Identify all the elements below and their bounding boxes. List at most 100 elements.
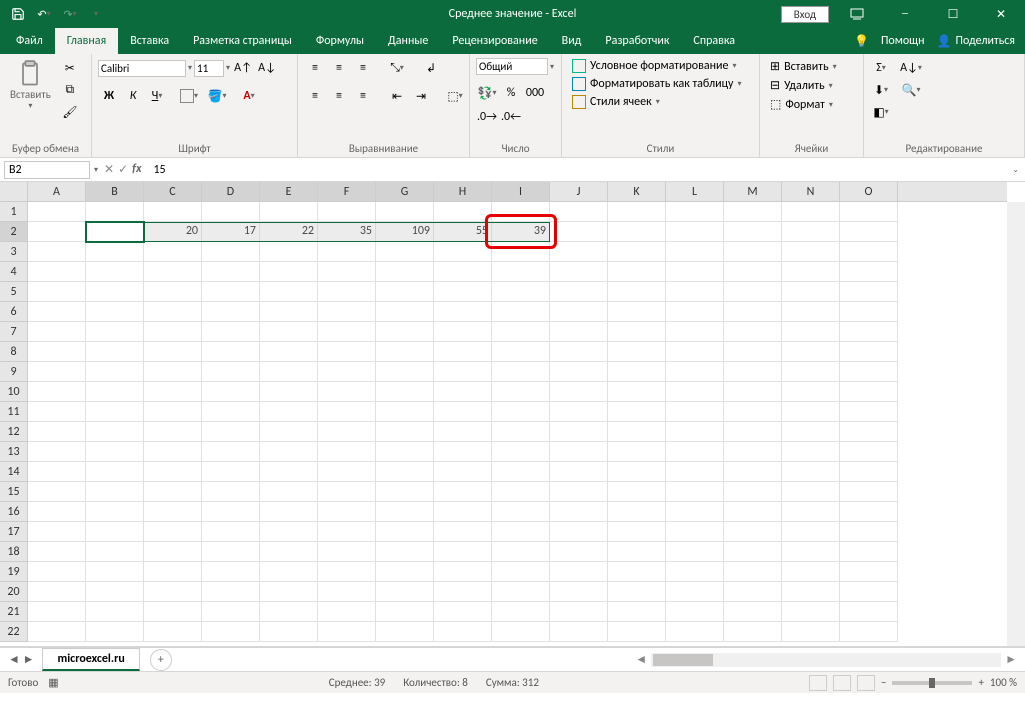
cell[interactable] xyxy=(376,442,434,462)
cell[interactable] xyxy=(318,522,376,542)
undo-icon[interactable]: ↶▾ xyxy=(32,3,56,25)
cell[interactable] xyxy=(202,462,260,482)
cell[interactable] xyxy=(666,202,724,222)
cell[interactable] xyxy=(86,622,144,642)
cell[interactable]: 17 xyxy=(202,222,260,242)
cell[interactable]: 109 xyxy=(376,222,434,242)
cell[interactable] xyxy=(86,442,144,462)
cell[interactable] xyxy=(608,402,666,422)
row-header[interactable]: 7 xyxy=(0,322,28,342)
cell[interactable] xyxy=(782,322,840,342)
cell[interactable] xyxy=(144,422,202,442)
cell[interactable] xyxy=(608,542,666,562)
cell[interactable] xyxy=(434,362,492,382)
cell[interactable] xyxy=(376,522,434,542)
cell[interactable] xyxy=(782,382,840,402)
cell[interactable] xyxy=(318,422,376,442)
cell[interactable] xyxy=(260,382,318,402)
cell[interactable] xyxy=(86,202,144,222)
cell[interactable] xyxy=(492,402,550,422)
cell[interactable] xyxy=(376,242,434,262)
vertical-scrollbar[interactable] xyxy=(1007,202,1025,646)
tab-data[interactable]: Данные xyxy=(376,28,440,54)
cell[interactable] xyxy=(724,302,782,322)
border-icon[interactable]: ▾ xyxy=(178,86,200,106)
cell[interactable] xyxy=(724,282,782,302)
chevron-down-icon[interactable]: ▾ xyxy=(188,63,192,73)
cell[interactable] xyxy=(86,322,144,342)
cell[interactable] xyxy=(144,582,202,602)
underline-button[interactable]: Ч▾ xyxy=(146,86,168,106)
cell[interactable] xyxy=(318,462,376,482)
tab-layout[interactable]: Разметка страницы xyxy=(181,28,304,54)
zoom-in-icon[interactable]: + xyxy=(978,676,983,689)
cell[interactable] xyxy=(840,382,898,402)
cell[interactable] xyxy=(434,462,492,482)
cell[interactable] xyxy=(86,602,144,622)
page-layout-view-icon[interactable] xyxy=(833,675,851,691)
cell[interactable] xyxy=(840,222,898,242)
cell[interactable] xyxy=(376,362,434,382)
cell[interactable] xyxy=(144,562,202,582)
column-headers[interactable]: ABCDEFGHIJKLMNO xyxy=(28,182,1007,202)
cell[interactable] xyxy=(376,482,434,502)
login-button[interactable]: Вход xyxy=(781,6,829,23)
cell[interactable] xyxy=(666,542,724,562)
row-header[interactable]: 20 xyxy=(0,582,28,602)
cell[interactable] xyxy=(28,342,86,362)
cell[interactable] xyxy=(144,602,202,622)
cell[interactable] xyxy=(376,322,434,342)
cell[interactable] xyxy=(666,582,724,602)
cell[interactable] xyxy=(144,382,202,402)
cell[interactable] xyxy=(608,462,666,482)
cell[interactable] xyxy=(724,242,782,262)
cell[interactable] xyxy=(260,322,318,342)
cell[interactable] xyxy=(550,622,608,642)
cell[interactable] xyxy=(28,562,86,582)
cell[interactable] xyxy=(144,242,202,262)
cell[interactable] xyxy=(550,542,608,562)
cell[interactable] xyxy=(86,522,144,542)
cell[interactable] xyxy=(260,282,318,302)
column-header[interactable]: H xyxy=(434,182,492,202)
cell[interactable] xyxy=(666,482,724,502)
cell[interactable] xyxy=(28,382,86,402)
cell[interactable] xyxy=(550,362,608,382)
spreadsheet-grid[interactable]: ABCDEFGHIJKLMNO 123456789101112131415161… xyxy=(0,182,1025,647)
cell[interactable] xyxy=(840,322,898,342)
cell[interactable] xyxy=(28,402,86,422)
tab-help[interactable]: Справка xyxy=(681,28,747,54)
cell[interactable] xyxy=(260,402,318,422)
cell[interactable] xyxy=(434,382,492,402)
column-header[interactable]: F xyxy=(318,182,376,202)
cell[interactable] xyxy=(608,302,666,322)
cell[interactable] xyxy=(724,402,782,422)
cell[interactable] xyxy=(86,562,144,582)
cell[interactable] xyxy=(86,302,144,322)
cell[interactable]: 39 xyxy=(492,222,550,242)
cell[interactable] xyxy=(434,522,492,542)
cell[interactable] xyxy=(782,562,840,582)
format-button[interactable]: ⬚ Формат▾ xyxy=(766,96,837,113)
cell[interactable] xyxy=(28,282,86,302)
cell[interactable] xyxy=(840,242,898,262)
bold-button[interactable]: Ж xyxy=(98,86,120,106)
cell[interactable] xyxy=(260,462,318,482)
column-header[interactable]: G xyxy=(376,182,434,202)
expand-formula-icon[interactable]: ⌄ xyxy=(1006,165,1025,175)
row-header[interactable]: 13 xyxy=(0,442,28,462)
cell[interactable] xyxy=(260,262,318,282)
cell[interactable] xyxy=(492,242,550,262)
cell[interactable] xyxy=(782,222,840,242)
close-icon[interactable]: ✕ xyxy=(981,0,1021,28)
cell[interactable] xyxy=(376,382,434,402)
cell[interactable] xyxy=(724,382,782,402)
column-header[interactable]: O xyxy=(840,182,898,202)
cell[interactable] xyxy=(840,442,898,462)
increase-indent-icon[interactable]: ⇥ xyxy=(410,86,432,106)
comma-icon[interactable]: 000 xyxy=(524,83,546,103)
row-header[interactable]: 14 xyxy=(0,462,28,482)
cell[interactable] xyxy=(260,542,318,562)
cell[interactable] xyxy=(550,302,608,322)
cell[interactable] xyxy=(608,442,666,462)
